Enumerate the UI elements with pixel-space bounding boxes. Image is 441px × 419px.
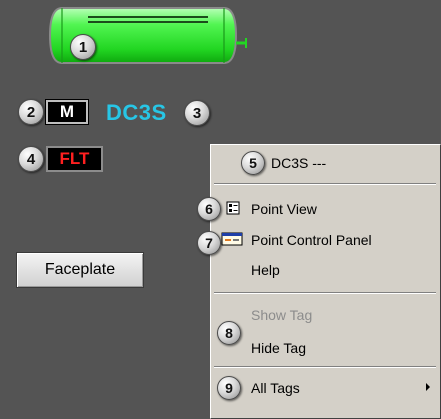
menu-separator [214, 292, 436, 294]
menu-item-label: Point View [251, 201, 317, 217]
callout-6: 6 [197, 197, 221, 221]
menu-item-point-control-panel[interactable]: 7 Point Control Panel [197, 228, 440, 255]
callout-9: 9 [217, 376, 241, 400]
callout-2: 2 [18, 99, 44, 125]
tag-name-label: DC3S [106, 100, 167, 125]
callout-5: 5 [241, 151, 265, 175]
menu-item-point-view[interactable]: 6 Point View [197, 197, 440, 221]
mode-indicator[interactable]: M [45, 99, 89, 125]
menu-item-label: Hide Tag [251, 340, 307, 356]
menu-item-hide-tag[interactable]: Hide Tag [211, 336, 440, 360]
menu-header-label: DC3S --- [271, 155, 327, 171]
menu-item-all-tags[interactable]: 9 All Tags [211, 376, 440, 400]
menu-item-label: Show Tag [251, 307, 313, 323]
control-panel-icon [221, 232, 243, 246]
menu-item-label: All Tags [251, 380, 300, 396]
callout-7: 7 [197, 231, 221, 255]
context-menu: 5 DC3S --- 6 Point View 7 Point Control … [197, 144, 441, 419]
callout-4: 4 [18, 146, 44, 172]
menu-item-label: Point Control Panel [251, 232, 372, 248]
menu-header: 5 DC3S --- [211, 151, 440, 175]
graphic-panel: 1 2 M DC3S 3 4 FLT Faceplate 5 DC3S --- … [0, 0, 441, 419]
faceplate-button[interactable]: Faceplate [16, 252, 144, 288]
callout-3: 3 [184, 100, 210, 126]
menu-item-label: Help [251, 262, 280, 278]
menu-item-help[interactable]: Help [211, 258, 440, 282]
point-view-icon [226, 201, 240, 215]
submenu-arrow-icon [426, 383, 430, 391]
callout-1: 1 [70, 34, 96, 60]
menu-separator [214, 183, 436, 185]
menu-item-show-tag: Show Tag [211, 303, 440, 327]
fault-indicator[interactable]: FLT [46, 146, 103, 172]
menu-separator [214, 366, 436, 368]
